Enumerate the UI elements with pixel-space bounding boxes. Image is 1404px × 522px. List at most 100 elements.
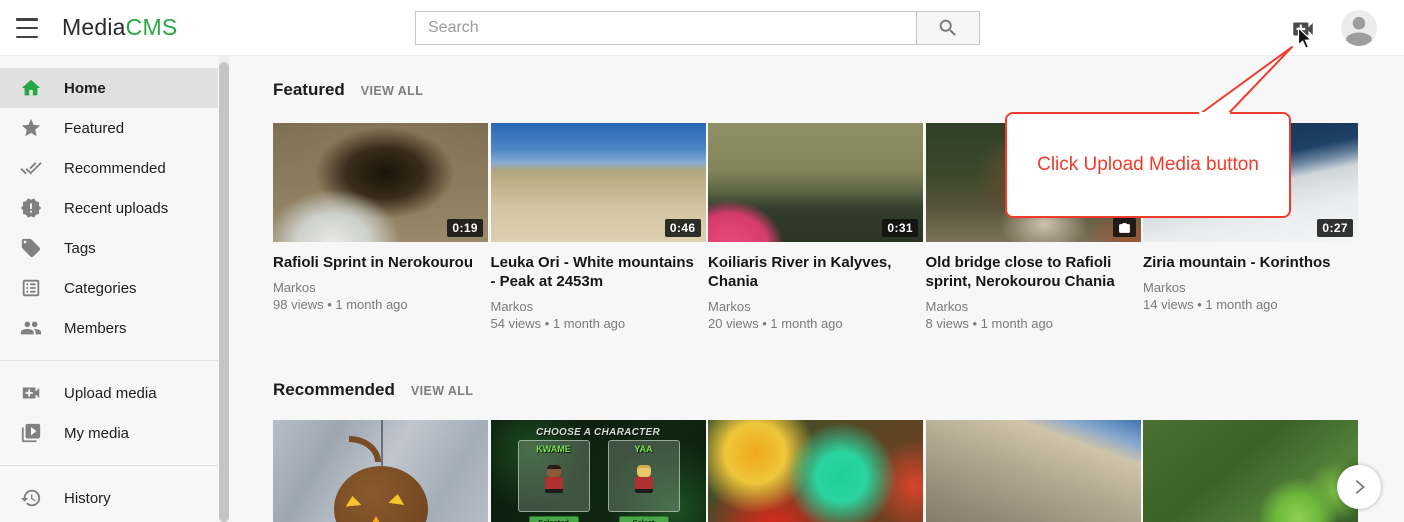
video-title[interactable]: Old bridge close to Rafioli sprint, Nero… [926,253,1141,291]
chevron-right-icon [1348,476,1370,498]
sidebar-divider [0,465,218,466]
sidebar-item-label: Recent uploads [64,200,168,217]
sidebar-scrollbar-track [219,56,229,522]
video-card[interactable] [926,420,1141,522]
camera-icon [1113,218,1136,237]
duration-badge: 0:27 [1317,219,1353,237]
sidebar-item-label: Tags [64,240,96,257]
sidebar-item-label: Featured [64,120,124,137]
video-card[interactable]: 0:19 Rafioli Sprint in Nerokourou Markos… [273,123,488,330]
sidebar: Home Featured Recommended Recent uploads… [0,56,218,522]
sidebar-item-label: Home [64,80,106,97]
video-author[interactable]: Markos [926,298,1141,315]
sidebar-item-label: History [64,490,111,507]
search-bar [415,11,980,45]
video-thumbnail[interactable]: 0:46 [491,123,706,242]
sidebar-scrollbar-thumb[interactable] [219,62,229,522]
hamburger-menu-icon[interactable] [16,18,38,38]
top-bar: MediaCMS [0,0,1404,56]
video-thumbnail[interactable] [708,420,923,522]
video-meta: 8 views • 1 month ago [926,315,1141,332]
search-button[interactable] [917,11,980,45]
video-call-icon [20,382,42,404]
sidebar-item-upload-media[interactable]: Upload media [0,373,218,413]
video-card[interactable]: 0:46 Leuka Ori - White mountains - Peak … [491,123,706,330]
recommended-view-all-link[interactable]: VIEW ALL [411,384,473,398]
video-thumbnail[interactable]: 0:19 [273,123,488,242]
pumpkin-shape [334,466,428,522]
game-selected-button: Selected [529,516,579,522]
upload-media-icon[interactable] [1290,16,1316,42]
video-author[interactable]: Markos [273,279,488,296]
character-sprite [637,465,651,477]
star-icon [20,117,42,139]
logo-text-cms: CMS [126,14,178,40]
app-logo[interactable]: MediaCMS [62,14,177,41]
sidebar-item-label: Recommended [64,160,166,177]
tag-icon [20,237,42,259]
carousel-next-button[interactable] [1337,465,1381,509]
sidebar-item-members[interactable]: Members [0,308,218,348]
character-name: KWAME [519,444,589,454]
video-thumbnail[interactable] [926,420,1141,522]
video-meta: 20 views • 1 month ago [708,315,923,332]
video-card[interactable] [708,420,923,522]
done-all-icon [20,157,42,179]
video-thumbnail[interactable] [273,420,488,522]
character-sprite [547,465,561,477]
sidebar-item-recommended[interactable]: Recommended [0,148,218,188]
annotation-callout: Click Upload Media button [1005,112,1291,218]
sidebar-item-label: Members [64,320,127,337]
categories-icon [20,277,42,299]
history-icon [20,487,42,509]
duration-badge: 0:31 [882,219,918,237]
featured-heading: Featured [273,80,345,100]
sidebar-item-my-media[interactable]: My media [0,413,218,453]
user-avatar[interactable] [1341,10,1377,46]
character-name: YAA [609,444,679,454]
recommended-section: Recommended VIEW ALL CHOOSE A CHARACTER [273,380,1404,522]
video-title[interactable]: Rafioli Sprint in Nerokourou [273,253,488,272]
sidebar-item-home[interactable]: Home [0,68,218,108]
video-title[interactable]: Leuka Ori - White mountains - Peak at 24… [491,253,706,291]
sidebar-item-featured[interactable]: Featured [0,108,218,148]
video-author[interactable]: Markos [491,298,706,315]
video-library-icon [20,422,42,444]
video-thumbnail[interactable] [1143,420,1358,522]
character-panel: YAA [608,440,680,512]
video-card[interactable] [1143,420,1358,522]
home-icon [20,77,42,99]
search-icon [937,17,959,39]
sidebar-item-recent-uploads[interactable]: Recent uploads [0,188,218,228]
video-title[interactable]: Koiliaris River in Kalyves, Chania [708,253,923,291]
video-thumbnail[interactable]: 0:31 [708,123,923,242]
video-author[interactable]: Markos [708,298,923,315]
video-meta: 54 views • 1 month ago [491,315,706,332]
character-sprite [635,477,653,493]
video-meta: 98 views • 1 month ago [273,296,488,313]
sidebar-item-label: Categories [64,280,137,297]
featured-view-all-link[interactable]: VIEW ALL [361,84,423,98]
video-card[interactable]: 0:31 Koiliaris River in Kalyves, Chania … [708,123,923,330]
sidebar-item-history[interactable]: History [0,478,218,518]
search-input[interactable] [415,11,917,45]
video-title[interactable]: Ziria mountain - Korinthos [1143,253,1358,272]
video-meta: 14 views • 1 month ago [1143,296,1358,313]
video-card[interactable] [273,420,488,522]
sidebar-item-categories[interactable]: Categories [0,268,218,308]
duration-badge: 0:46 [665,219,701,237]
game-select-button: Select [619,516,669,522]
members-icon [20,317,42,339]
video-author[interactable]: Markos [1143,279,1358,296]
sidebar-item-label: My media [64,425,129,442]
duration-badge: 0:19 [447,219,483,237]
annotation-text: Click Upload Media button [1037,154,1259,176]
sidebar-item-tags[interactable]: Tags [0,228,218,268]
logo-text-media: Media [62,14,126,40]
game-title-text: CHOOSE A CHARACTER [491,427,706,438]
video-thumbnail[interactable]: CHOOSE A CHARACTER KWAME YAA Selected Se… [491,420,706,522]
sidebar-divider [0,360,218,361]
video-card[interactable]: CHOOSE A CHARACTER KWAME YAA Selected Se… [491,420,706,522]
character-sprite [545,477,563,493]
pumpkin-stem-shape [349,436,381,462]
